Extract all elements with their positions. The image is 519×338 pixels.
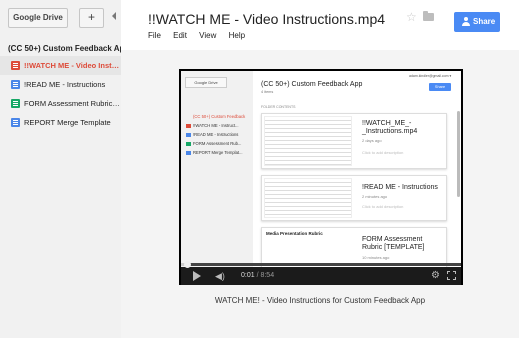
file-list: !!WATCH ME - Video Instructions.mp4 !REA… [0,56,121,132]
video-time: 0:01 / 8:54 [241,272,275,279]
file-item-form-rubric[interactable]: FORM Assessment Rubric [TEMPLATE] [0,94,121,113]
video-sidebar-item: REPORT Merge Templat... [185,149,251,156]
video-controls: ◀) 0:01 / 8:54 ⚙ [181,261,461,285]
menu-file[interactable]: File [148,31,161,40]
video-duration: 8:54 [260,272,275,279]
video-folder-title: (CC 50+) Custom Feedback App [261,81,363,88]
video-card-meta: 10 minutes ago [362,255,390,260]
video-card-meta: 2 days ago [362,138,382,143]
file-header: !!WATCH ME - Video Instructions.mp4 ☆ Fi… [121,0,519,50]
video-progress-bar[interactable] [181,261,461,268]
star-icon[interactable]: ☆ [406,10,417,24]
video-file-icon [11,61,20,70]
video-progress-knob[interactable] [184,261,191,268]
video-item-count: 4 items [261,90,274,94]
file-item-watch-me[interactable]: !!WATCH ME - Video Instructions.mp4 [0,56,121,75]
share-button[interactable]: Share [454,12,500,32]
settings-gear-icon[interactable]: ⚙ [431,269,440,282]
file-item-label: !READ ME - Instructions [24,80,106,89]
menu-edit[interactable]: Edit [173,31,187,40]
video-current-time: 0:01 [241,272,255,279]
menu-help[interactable]: Help [229,31,245,40]
menu-view[interactable]: View [199,31,216,40]
menu-bar: File Edit View Help [148,31,255,40]
video-frame[interactable]: Google Drive (CC 50+) Custom Feedback !!… [181,71,461,267]
video-rubric-heading: Media Presentation Rubric [266,231,323,236]
video-caption: WATCH ME! - Video Instructions for Custo… [214,296,426,305]
sidebar: Google Drive + (CC 50+) Custom Feedback … [0,0,121,338]
video-file-card: !READ ME - Instructions 2 minutes ago Cl… [261,175,447,221]
file-viewer: Google Drive (CC 50+) Custom Feedback !!… [121,50,519,338]
video-card-title: FORM Assessment Rubric [TEMPLATE] [362,236,425,251]
google-drive-button[interactable]: Google Drive [8,8,68,28]
fullscreen-icon[interactable] [447,271,456,280]
video-card-thumbnail [264,116,352,166]
file-item-report-template[interactable]: REPORT Merge Template [0,113,121,132]
file-item-label: REPORT Merge Template [24,118,111,127]
video-drive-button: Google Drive [185,77,227,88]
video-file-card: !!WATCH_ME_-_Instructions.mp4 2 days ago… [261,113,447,169]
video-account-email: adam.kindler@gmail.com ▾ [409,74,452,78]
file-item-label: !!WATCH ME - Video Instructions.mp4 [24,61,121,70]
folder-title[interactable]: (CC 50+) Custom Feedback App [8,44,121,53]
file-item-read-me[interactable]: !READ ME - Instructions [0,75,121,94]
person-icon [462,17,470,26]
video-card-hint: Click to add description [362,150,404,155]
video-scrollbar [457,111,460,197]
folder-icon[interactable] [423,11,434,21]
share-label: Share [473,17,496,26]
video-card-meta: 2 minutes ago [362,194,388,199]
video-player[interactable]: Google Drive (CC 50+) Custom Feedback !!… [179,69,463,285]
video-share-button: Share [429,83,451,91]
video-sidebar-item: FORM Assessment Rub... [185,140,251,147]
video-card-hint: Click to add description [362,204,404,209]
document-file-icon [11,80,20,89]
form-file-icon [11,99,20,108]
video-section-label: FOLDER CONTENTS [261,105,296,109]
video-file-card: Media Presentation Rubric FORM Assessmen… [261,227,447,267]
video-card-title: !!WATCH_ME_-_Instructions.mp4 [362,120,418,135]
video-card-title: !READ ME - Instructions [362,184,438,191]
video-sidebar-item: (CC 50+) Custom Feedback [193,114,246,119]
video-sidebar-item: !READ ME - Instructions [185,131,251,138]
collapse-sidebar-icon[interactable] [112,12,116,20]
file-item-label: FORM Assessment Rubric [TEMPLATE] [24,99,121,108]
video-card-thumbnail [264,178,352,218]
document-file-icon [11,118,20,127]
video-sidebar: Google Drive (CC 50+) Custom Feedback !!… [181,71,253,267]
new-button[interactable]: + [79,8,104,28]
video-sidebar-item: !!WATCH ME - Instruct... [185,122,251,129]
file-title[interactable]: !!WATCH ME - Video Instructions.mp4 [148,11,385,27]
volume-icon[interactable]: ◀) [215,271,225,281]
play-icon[interactable] [193,271,201,281]
